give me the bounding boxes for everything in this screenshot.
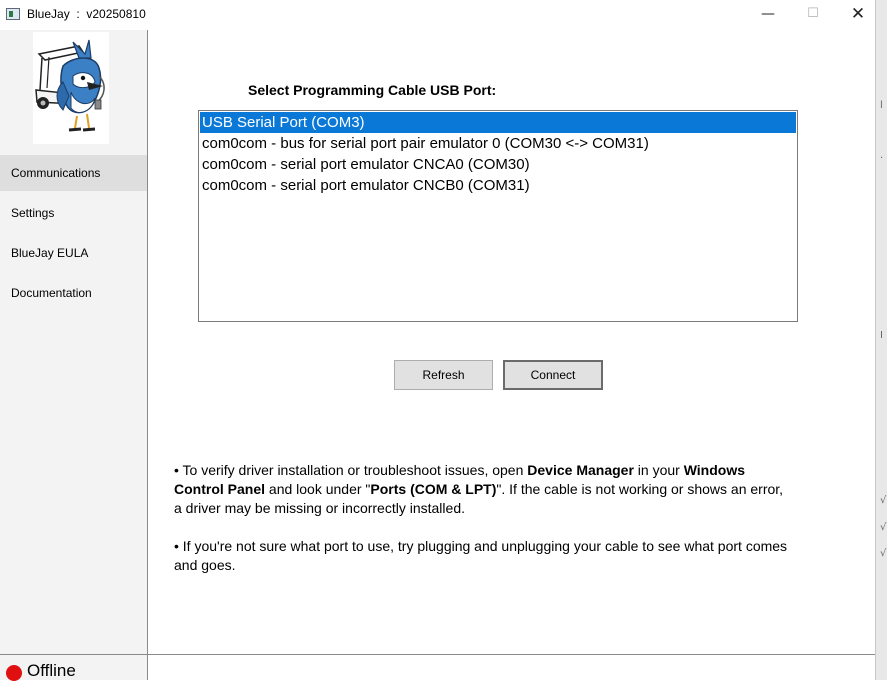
sidebar-item-documentation[interactable]: Documentation xyxy=(0,275,147,311)
window-title: BlueJay : v20250810 xyxy=(27,7,146,21)
title-bar[interactable]: BlueJay : v20250810 — ☐ ✕ xyxy=(0,0,875,30)
sidebar-item-eula[interactable]: BlueJay EULA xyxy=(0,235,147,271)
ports-text: Ports (COM & LPT) xyxy=(370,481,497,497)
help-text-part: and look under " xyxy=(265,481,371,497)
port-item-cnca0[interactable]: com0com - serial port emulator CNCA0 (CO… xyxy=(200,154,796,175)
status-label: Offline xyxy=(27,661,76,680)
app-window-icon xyxy=(6,8,20,20)
minimize-button[interactable]: — xyxy=(745,0,791,30)
port-item-com3[interactable]: USB Serial Port (COM3) xyxy=(200,112,796,133)
help-text-part: • To verify driver installation or troub… xyxy=(174,462,528,478)
device-manager-text: Device Manager xyxy=(527,462,634,478)
port-item-cncb0[interactable]: com0com - serial port emulator CNCB0 (CO… xyxy=(200,175,796,196)
connect-button[interactable]: Connect xyxy=(503,360,603,390)
driver-help-text: • To verify driver installation or troub… xyxy=(174,461,794,518)
bluejay-mascot-icon xyxy=(35,39,105,132)
maximize-button[interactable]: ☐ xyxy=(790,0,836,30)
offline-status-icon xyxy=(6,665,22,681)
app-window: BlueJay : v20250810 — ☐ ✕ Communications… xyxy=(0,0,875,681)
bluejay-logo xyxy=(33,32,109,144)
sidebar-item-communications[interactable]: Communications xyxy=(0,155,147,191)
sidebar: Communications Settings BlueJay EULA Doc… xyxy=(0,30,148,681)
status-divider xyxy=(148,654,875,655)
help-text-part: in your xyxy=(633,462,684,478)
connection-status: Offline xyxy=(0,654,147,681)
sidebar-item-settings[interactable]: Settings xyxy=(0,195,147,231)
port-help-text: • If you're not sure what port to use, t… xyxy=(174,538,788,573)
refresh-button[interactable]: Refresh xyxy=(394,360,493,390)
page-heading: Select Programming Cable USB Port: xyxy=(248,82,497,98)
port-item-com0com-bus[interactable]: com0com - bus for serial port pair emula… xyxy=(200,133,796,154)
port-list[interactable]: USB Serial Port (COM3) com0com - bus for… xyxy=(198,110,798,322)
background-window-edge: l . I √ √ √ xyxy=(875,0,887,680)
